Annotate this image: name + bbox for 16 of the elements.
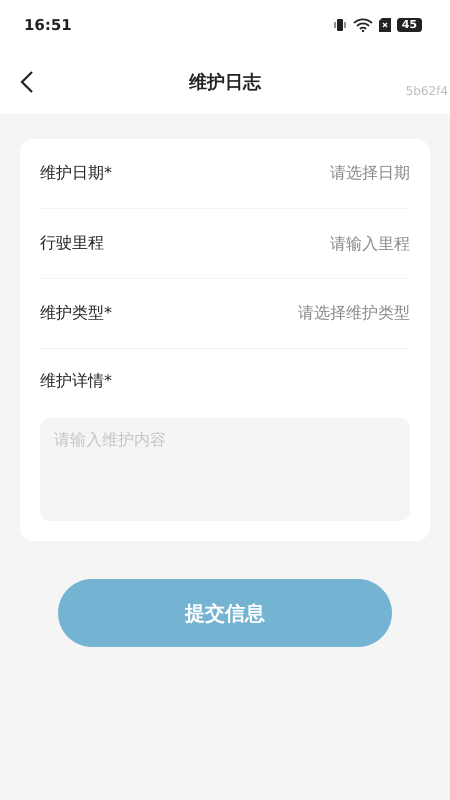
status-time: 16:51 — [24, 16, 72, 34]
sim-icon — [378, 18, 391, 32]
field-label: 维护类型* — [40, 303, 112, 324]
field-label: 维护详情* — [40, 370, 113, 392]
wifi-icon — [352, 18, 373, 32]
select-field[interactable]: 请选择日期 — [330, 163, 410, 184]
vibrate-icon — [332, 18, 347, 32]
back-icon[interactable] — [20, 70, 34, 94]
battery-icon: 45 — [396, 18, 422, 32]
field-label: 行驶里程 — [40, 233, 104, 254]
submit-button[interactable]: 提交信息 — [58, 579, 392, 647]
select-field[interactable]: 请选择维护类型 — [298, 303, 410, 324]
field-label: 维护日期* — [40, 163, 112, 184]
page-title: 维护日志 — [188, 71, 262, 94]
page-tag: 5b62f4 — [406, 84, 448, 98]
input-field[interactable]: 请输入里程 — [290, 234, 410, 253]
